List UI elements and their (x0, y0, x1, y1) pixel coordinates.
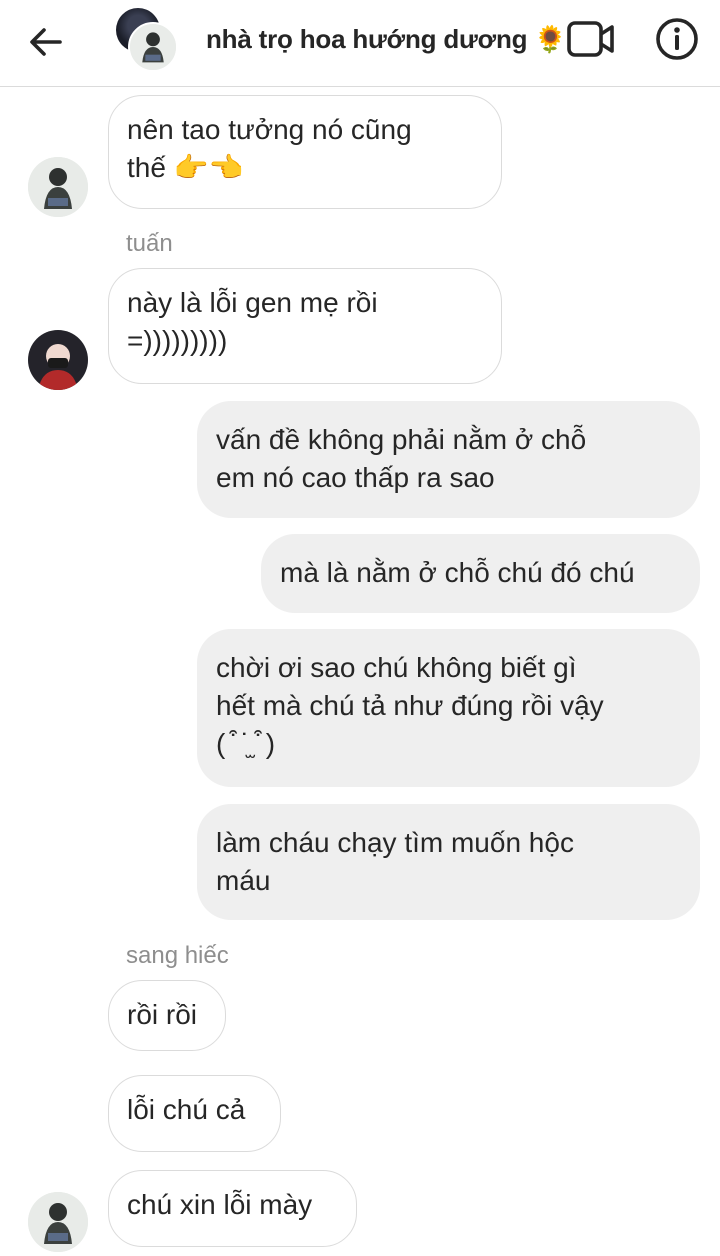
message-bubble[interactable]: nên tao tưởng nó cũng thế 👉👈 (108, 95, 502, 209)
avatar[interactable] (28, 1192, 88, 1252)
video-call-icon (567, 21, 614, 57)
message-bubble[interactable]: chời ơi sao chú không biết gì hết mà chú… (197, 629, 700, 787)
message-text-line: mà là nằm ở chỗ chú đó chú (280, 557, 635, 588)
group-avatar-front (128, 22, 178, 72)
message-text-line: hết mà chú tả như đúng rồi vậy (216, 690, 604, 721)
info-icon (656, 18, 698, 60)
back-arrow-icon (30, 28, 62, 56)
message-bubble[interactable]: mà là nằm ở chỗ chú đó chú (261, 534, 700, 613)
message-text-line: ( ͒ ˙̫ ͒ ) (216, 728, 276, 759)
message-text-line: làm cháu chạy tìm muốn hộc (216, 827, 574, 858)
message-text-line: thế 👉👈 (127, 152, 244, 183)
thread-title[interactable]: nhà trọ hoa hướng dương 🌻 (206, 24, 567, 55)
message-text-line: chời ơi sao chú không biết gì (216, 652, 577, 683)
message-text-line: em nó cao thấp ra sao (216, 462, 495, 493)
video-call-button[interactable] (566, 18, 616, 60)
message-text-line: này là lỗi gen mẹ rồi (127, 287, 378, 318)
message-bubble[interactable]: vấn đề không phải nằm ở chỗ em nó cao th… (197, 401, 700, 518)
info-button[interactable] (654, 16, 700, 62)
avatar[interactable] (28, 330, 88, 390)
back-button[interactable] (26, 20, 70, 64)
message-text-line: máu (216, 865, 271, 896)
message-bubble[interactable]: rồi rồi (108, 980, 226, 1051)
message-bubble[interactable]: làm cháu chạy tìm muốn hộc máu (197, 804, 700, 920)
message-bubble[interactable]: chú xin lỗi mày (108, 1170, 357, 1247)
group-avatar[interactable] (116, 8, 178, 72)
chat-header: nhà trọ hoa hướng dương 🌻 (0, 0, 720, 87)
sender-name: sang hiếc (126, 942, 229, 969)
message-bubble[interactable]: này là lỗi gen mẹ rồi =))))))))) (108, 268, 502, 384)
sender-name: tuấn (126, 230, 173, 257)
message-text-line: =))))))))) (127, 325, 228, 356)
message-text-line: nên tao tưởng nó cũng (127, 114, 412, 145)
avatar[interactable] (28, 157, 88, 217)
message-text-line: vấn đề không phải nằm ở chỗ (216, 424, 587, 455)
message-bubble[interactable]: lỗi chú cả (108, 1075, 281, 1152)
